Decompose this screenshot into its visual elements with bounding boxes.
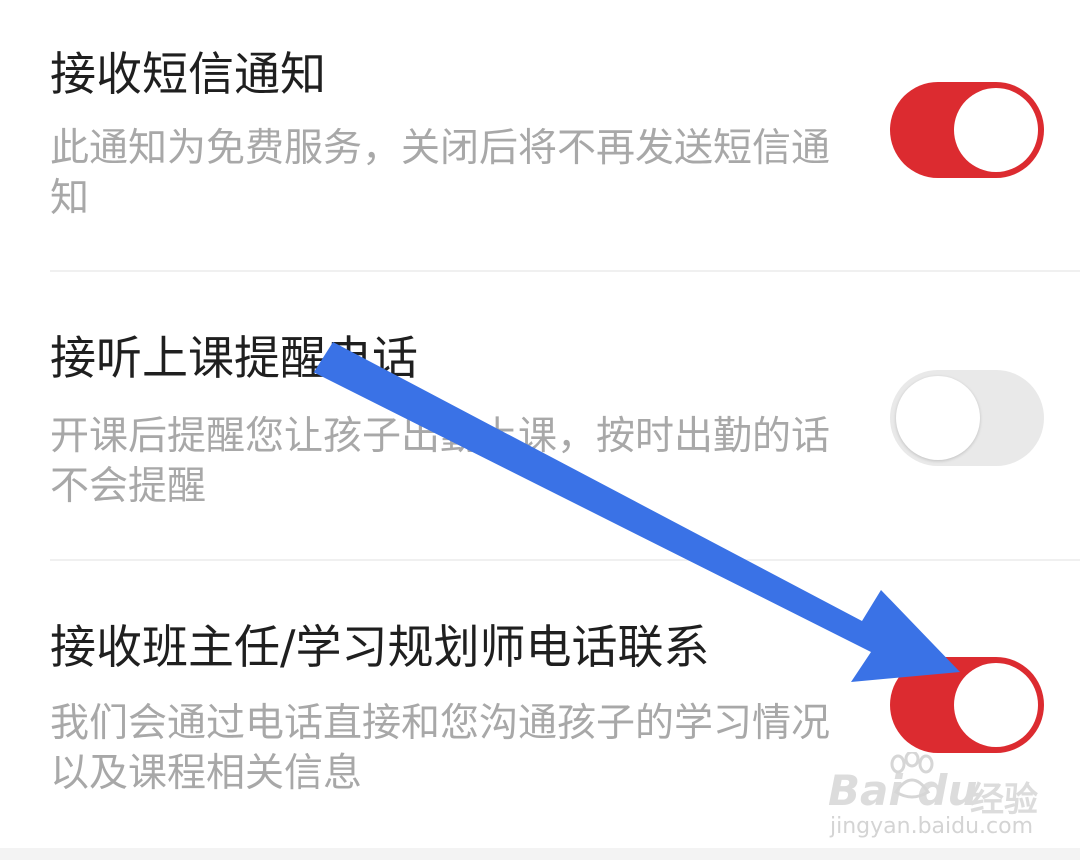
sms-toggle[interactable] bbox=[890, 82, 1044, 178]
toggle-knob bbox=[896, 376, 980, 460]
setting-description: 此通知为免费服务，关闭后将不再发送短信通知 bbox=[50, 126, 831, 221]
setting-description: 开课后提醒您让孩子出勤上课，按时出勤的话不会提醒 bbox=[50, 414, 831, 509]
setting-title: 接收短信通知 bbox=[50, 47, 326, 101]
setting-description: 我们会通过电话直接和您沟通孩子的学习情况以及课程相关信息 bbox=[50, 701, 831, 796]
setting-title: 接听上课提醒电话 bbox=[50, 331, 418, 385]
teacher-contact-toggle[interactable] bbox=[890, 657, 1044, 753]
setting-title: 接收班主任/学习规划师电话联系 bbox=[50, 620, 710, 674]
setting-row-class-reminder: 接听上课提醒电话 开课后提醒您让孩子出勤上课，按时出勤的话不会提醒 bbox=[0, 272, 1080, 560]
toggle-knob bbox=[954, 88, 1038, 172]
setting-row-sms: 接收短信通知 此通知为免费服务，关闭后将不再发送短信通知 bbox=[0, 0, 1080, 272]
watermark-url: jingyan.baidu.com bbox=[830, 814, 1034, 839]
paw-icon bbox=[890, 752, 934, 799]
settings-page: 接收短信通知 此通知为免费服务，关闭后将不再发送短信通知 接听上课提醒电话 开课… bbox=[0, 0, 1080, 860]
baidu-jingyan-watermark: Bai du 经验 jingyan.baidu.com bbox=[828, 752, 1058, 842]
bottom-strip bbox=[0, 848, 1080, 860]
class-reminder-toggle[interactable] bbox=[890, 370, 1044, 466]
toggle-knob bbox=[954, 663, 1038, 747]
